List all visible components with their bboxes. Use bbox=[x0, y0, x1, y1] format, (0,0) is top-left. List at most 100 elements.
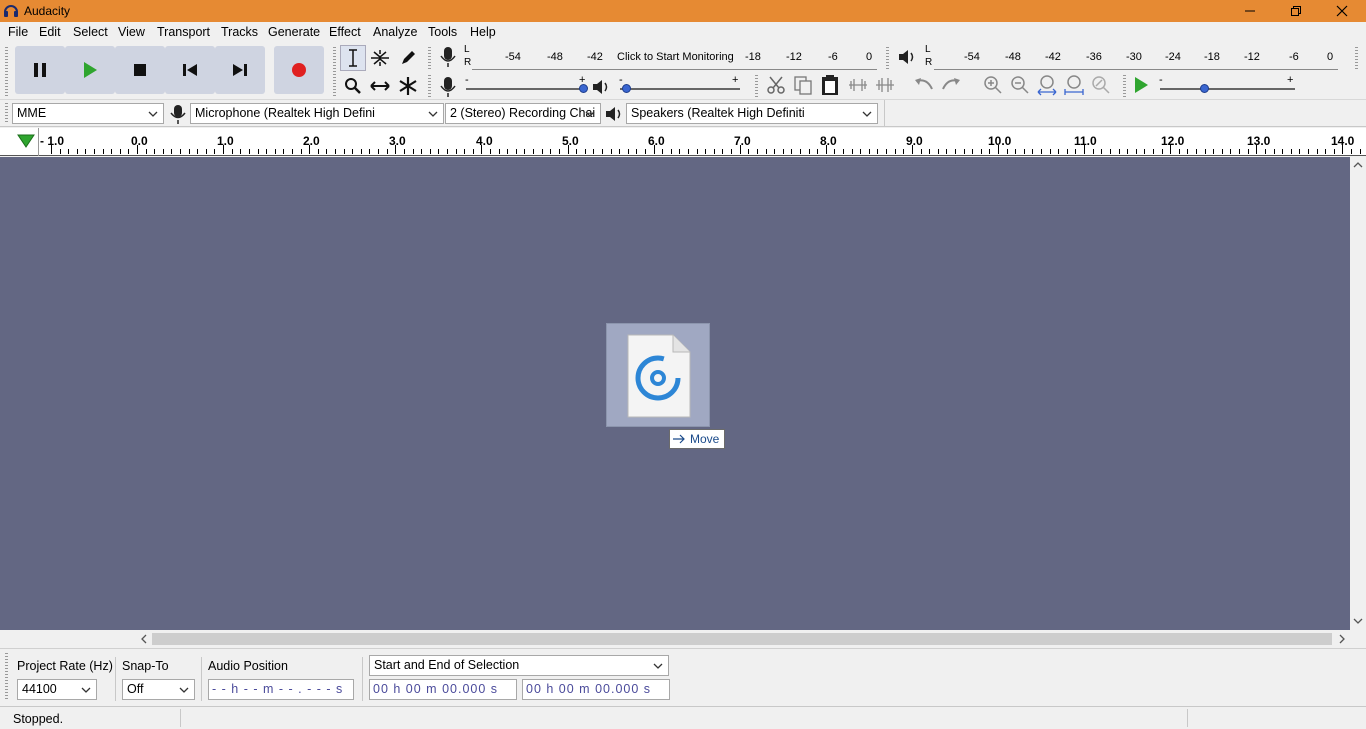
play-button[interactable] bbox=[65, 46, 115, 94]
trim-audio-button[interactable] bbox=[845, 72, 871, 98]
copy-button[interactable] bbox=[790, 72, 816, 98]
minimize-button[interactable] bbox=[1227, 0, 1273, 22]
menu-tracks[interactable]: Tracks bbox=[221, 25, 258, 39]
project-rate-select[interactable]: 44100 bbox=[17, 679, 97, 700]
menu-view[interactable]: View bbox=[118, 25, 145, 39]
zoom-out-button[interactable] bbox=[1007, 72, 1033, 98]
skip-to-start-button[interactable] bbox=[165, 46, 215, 94]
device-toolbar-grip[interactable] bbox=[5, 103, 8, 124]
fit-selection-button[interactable] bbox=[1034, 72, 1060, 98]
play-speed-slider[interactable] bbox=[1160, 88, 1295, 90]
scroll-down-icon[interactable] bbox=[1353, 617, 1363, 625]
menu-select[interactable]: Select bbox=[73, 25, 108, 39]
playback-volume-slider[interactable] bbox=[620, 88, 740, 90]
scroll-left-icon[interactable] bbox=[140, 634, 148, 644]
ruler-tick bbox=[352, 149, 353, 154]
ruler-tick bbox=[1101, 149, 1102, 154]
snap-to-select[interactable]: Off bbox=[122, 679, 195, 700]
play-at-speed-button[interactable] bbox=[1128, 72, 1154, 98]
stop-button[interactable] bbox=[115, 46, 165, 94]
ruler-tick bbox=[800, 149, 801, 154]
redo-button[interactable] bbox=[938, 72, 964, 98]
audio-host-select[interactable]: MME bbox=[12, 103, 164, 124]
audio-position-field[interactable]: - - h - - m - - . - - - s bbox=[208, 679, 354, 700]
playback-device-select[interactable]: Speakers (Realtek High Definiti bbox=[626, 103, 878, 124]
recording-device-select[interactable]: Microphone (Realtek High Defini bbox=[190, 103, 444, 124]
menu-help[interactable]: Help bbox=[470, 25, 496, 39]
selection-tool-button[interactable] bbox=[340, 45, 366, 71]
vertical-scrollbar[interactable] bbox=[1350, 157, 1366, 630]
menu-analyze[interactable]: Analyze bbox=[373, 25, 417, 39]
ruler-tick bbox=[1291, 149, 1292, 154]
fit-project-button[interactable] bbox=[1061, 72, 1087, 98]
recording-volume-minus: - bbox=[465, 74, 469, 86]
ruler-tick bbox=[886, 149, 887, 154]
draw-tool-button[interactable] bbox=[395, 45, 421, 71]
ruler-tick bbox=[895, 149, 896, 154]
pencil-icon bbox=[402, 51, 415, 64]
undo-button[interactable] bbox=[911, 72, 937, 98]
recording-channels-select[interactable]: 2 (Stereo) Recording Chai bbox=[445, 103, 601, 124]
silence-icon bbox=[876, 78, 894, 92]
ruler-tick bbox=[688, 149, 689, 154]
menu-generate[interactable]: Generate bbox=[268, 25, 320, 39]
selection-start-field[interactable]: 00 h 00 m 00.000 s bbox=[369, 679, 517, 700]
zoom-in-button[interactable] bbox=[980, 72, 1006, 98]
selection-end-field[interactable]: 00 h 00 m 00.000 s bbox=[522, 679, 670, 700]
microphone-icon[interactable] bbox=[439, 46, 457, 68]
pin-playhead-icon[interactable] bbox=[16, 133, 36, 149]
time-shift-tool-button[interactable] bbox=[367, 73, 393, 99]
selection-end-value: 00 h 00 m 00.000 s bbox=[526, 682, 652, 696]
record-meter-grip[interactable] bbox=[428, 47, 431, 69]
ruler-tick bbox=[921, 149, 922, 154]
envelope-tool-button[interactable] bbox=[367, 45, 393, 71]
speaker-icon[interactable] bbox=[897, 48, 917, 66]
record-button[interactable] bbox=[274, 46, 324, 94]
play-speed-thumb[interactable] bbox=[1200, 84, 1209, 93]
ruler-tick bbox=[1075, 149, 1076, 154]
ruler-tick bbox=[576, 149, 577, 154]
menu-tools[interactable]: Tools bbox=[428, 25, 457, 39]
multi-tool-button[interactable] bbox=[395, 73, 421, 99]
scissors-icon bbox=[767, 76, 785, 94]
horizontal-scroll-thumb[interactable] bbox=[152, 633, 1332, 645]
zoom-toggle-button[interactable] bbox=[1088, 72, 1114, 98]
silence-audio-button[interactable] bbox=[872, 72, 898, 98]
transport-toolbar-grip[interactable] bbox=[5, 47, 8, 97]
scroll-right-icon[interactable] bbox=[1338, 634, 1346, 644]
zoom-toggle-icon bbox=[1092, 76, 1110, 94]
playback-meter-grip[interactable] bbox=[886, 47, 889, 69]
cut-button[interactable] bbox=[763, 72, 789, 98]
pause-button[interactable] bbox=[15, 46, 65, 94]
copy-icon bbox=[794, 76, 812, 95]
mixer-toolbar-grip[interactable] bbox=[428, 75, 431, 97]
menu-effect[interactable]: Effect bbox=[329, 25, 361, 39]
selection-toolbar-grip[interactable] bbox=[5, 653, 8, 701]
paste-button[interactable] bbox=[817, 72, 843, 98]
timeline-ruler[interactable]: - 1.0 0.0 1.0 2.0 3.0 4.0 5.0 6.0 7.0 8.… bbox=[0, 128, 1366, 156]
play-at-speed-grip[interactable] bbox=[1123, 75, 1126, 97]
restore-button[interactable] bbox=[1273, 0, 1319, 22]
recording-volume-thumb[interactable] bbox=[579, 84, 588, 93]
selection-mode-select[interactable]: Start and End of Selection bbox=[369, 655, 669, 676]
playback-volume-thumb[interactable] bbox=[622, 84, 631, 93]
menu-transport[interactable]: Transport bbox=[157, 25, 210, 39]
playback-meter-tick: -18 bbox=[1204, 51, 1220, 63]
ruler-tick bbox=[550, 149, 551, 154]
menu-edit[interactable]: Edit bbox=[39, 25, 61, 39]
record-meter-prompt[interactable]: Click to Start Monitoring bbox=[617, 51, 734, 63]
scroll-up-icon[interactable] bbox=[1353, 161, 1363, 169]
edit-toolbar-grip[interactable] bbox=[755, 75, 758, 97]
horizontal-scrollbar[interactable] bbox=[137, 631, 1350, 647]
zoom-tool-button[interactable] bbox=[340, 73, 366, 99]
ruler-tick bbox=[318, 149, 319, 154]
record-meter[interactable]: -54 -48 -42 Click to Start Monitoring -1… bbox=[472, 48, 877, 70]
menu-file[interactable]: File bbox=[8, 25, 28, 39]
skip-to-end-button[interactable] bbox=[215, 46, 265, 94]
ruler-tick bbox=[542, 149, 543, 154]
tools-toolbar-grip[interactable] bbox=[333, 47, 336, 97]
playback-meter[interactable]: -54 -48 -42 -36 -30 -24 -18 -12 -6 0 bbox=[934, 48, 1338, 70]
close-button[interactable] bbox=[1319, 0, 1365, 22]
recording-volume-slider[interactable] bbox=[466, 88, 586, 90]
ruler-label: 5.0 bbox=[562, 134, 579, 148]
